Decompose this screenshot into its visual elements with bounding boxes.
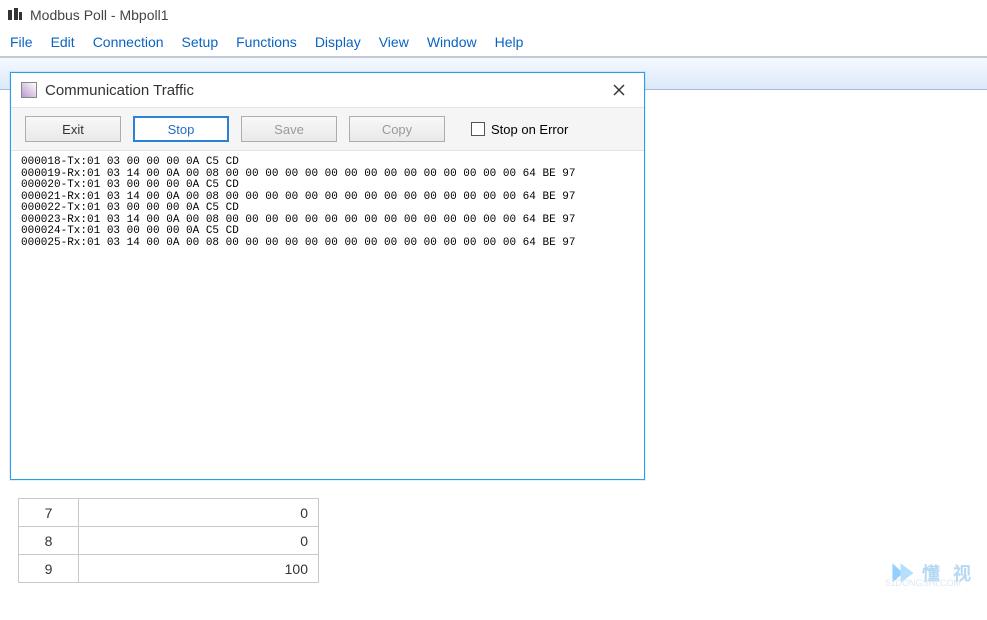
stop-on-error-label: Stop on Error [491,122,568,137]
app-titlebar: Modbus Poll - Mbpoll1 [0,0,987,30]
row-header: 8 [19,527,79,555]
menu-edit[interactable]: Edit [51,34,75,50]
dialog-title: Communication Traffic [45,82,194,99]
menu-display[interactable]: Display [315,34,361,50]
table-row: 8 0 [19,527,319,555]
close-button[interactable] [602,78,636,102]
menu-connection[interactable]: Connection [93,34,164,50]
communication-traffic-dialog: Communication Traffic Exit Stop Save Cop… [10,72,645,480]
dialog-titlebar[interactable]: Communication Traffic [11,73,644,107]
exit-button[interactable]: Exit [25,116,121,142]
app-title: Modbus Poll - Mbpoll1 [30,7,169,23]
app-icon [6,6,24,24]
watermark: 懂 视 51DONGSHI.COM [890,560,975,586]
table-row: 7 0 [19,499,319,527]
row-header: 7 [19,499,79,527]
dialog-icon [21,82,37,98]
menu-file[interactable]: File [10,34,33,50]
menu-window[interactable]: Window [427,34,477,50]
save-button[interactable]: Save [241,116,337,142]
menu-setup[interactable]: Setup [182,34,219,50]
watermark-subtext: 51DONGSHI.COM [885,578,961,588]
stop-button[interactable]: Stop [133,116,229,142]
row-value[interactable]: 0 [79,499,319,527]
row-value[interactable]: 0 [79,527,319,555]
register-table: 7 0 8 0 9 100 [18,498,319,583]
table-row: 9 100 [19,555,319,583]
row-header: 9 [19,555,79,583]
row-value[interactable]: 100 [79,555,319,583]
menu-functions[interactable]: Functions [236,34,297,50]
stop-on-error-checkbox[interactable] [471,122,485,136]
dialog-toolbar: Exit Stop Save Copy Stop on Error [11,107,644,151]
menu-help[interactable]: Help [495,34,524,50]
copy-button[interactable]: Copy [349,116,445,142]
menu-bar: File Edit Connection Setup Functions Dis… [0,30,987,58]
stop-on-error-group: Stop on Error [471,122,568,137]
traffic-log[interactable]: 000018-Tx:01 03 00 00 00 0A C5 CD 000019… [11,151,644,479]
menu-view[interactable]: View [379,34,409,50]
